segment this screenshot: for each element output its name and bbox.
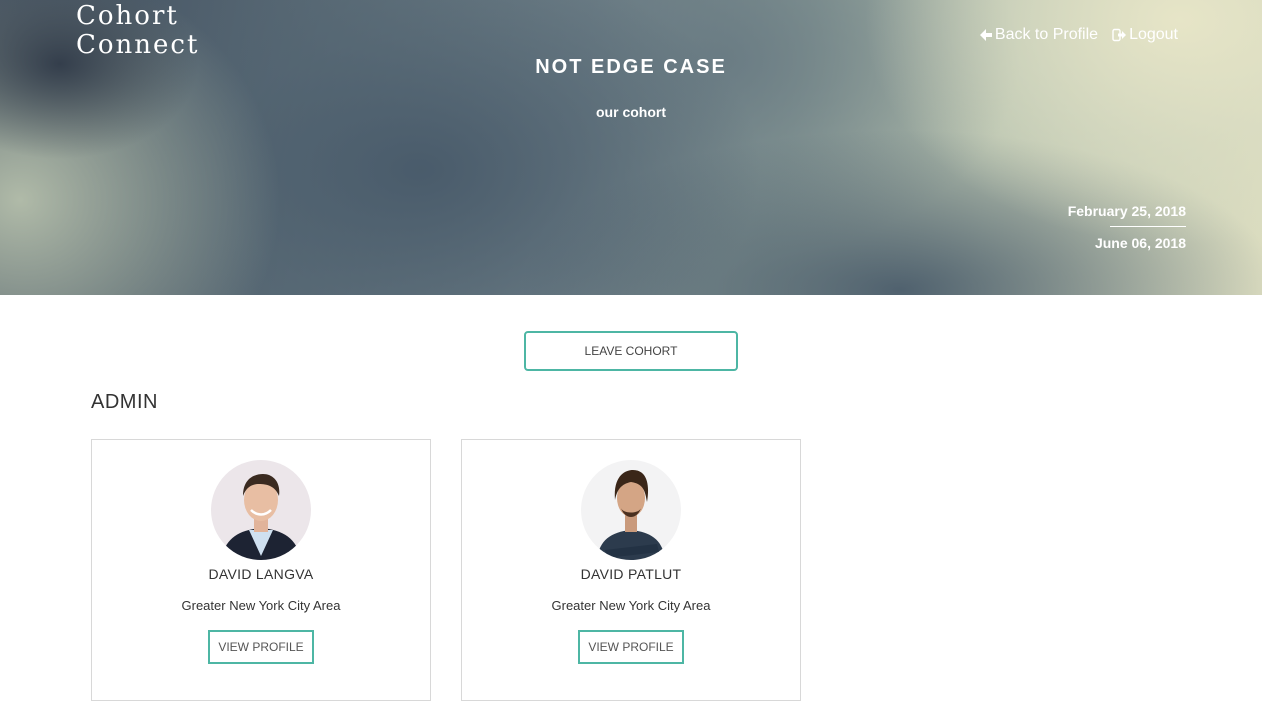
date-divider <box>1110 226 1186 227</box>
avatar <box>211 460 311 560</box>
arrow-left-icon <box>979 28 993 42</box>
avatar <box>581 460 681 560</box>
member-name: DAVID PATLUT <box>580 566 682 582</box>
back-to-profile-link[interactable]: Back to Profile <box>979 26 1098 44</box>
cohort-header-banner: Cohort Connect NOT EDGE CASE our cohort … <box>0 0 1262 295</box>
cohort-connect-logo[interactable]: Cohort Connect <box>76 2 199 60</box>
cohort-dates: February 25, 2018 June 06, 2018 <box>1068 203 1186 251</box>
member-card: DAVID PATLUT Greater New York City Area … <box>461 439 801 701</box>
end-date: June 06, 2018 <box>1094 235 1186 251</box>
view-profile-button[interactable]: VIEW PROFILE <box>578 630 684 664</box>
leave-cohort-button[interactable]: LEAVE COHORT <box>524 331 738 371</box>
member-location: Greater New York City Area <box>181 598 341 613</box>
admin-section-title: ADMIN <box>91 391 158 413</box>
member-name: DAVID LANGVA <box>208 566 314 582</box>
cohort-tagline: our cohort <box>596 104 666 120</box>
member-location: Greater New York City Area <box>551 598 711 613</box>
logout-link[interactable]: Logout <box>1112 26 1178 44</box>
logo-line-1: Cohort <box>76 1 179 31</box>
start-date: February 25, 2018 <box>1067 203 1186 219</box>
sign-out-icon <box>1112 28 1127 42</box>
back-to-profile-label: Back to Profile <box>994 26 1099 43</box>
member-card: DAVID LANGVA Greater New York City Area … <box>91 439 431 701</box>
cohort-name: NOT EDGE CASE <box>535 56 727 78</box>
top-nav: Back to Profile Logout <box>979 26 1178 44</box>
logout-label: Logout <box>1129 26 1178 43</box>
view-profile-button[interactable]: VIEW PROFILE <box>208 630 314 664</box>
